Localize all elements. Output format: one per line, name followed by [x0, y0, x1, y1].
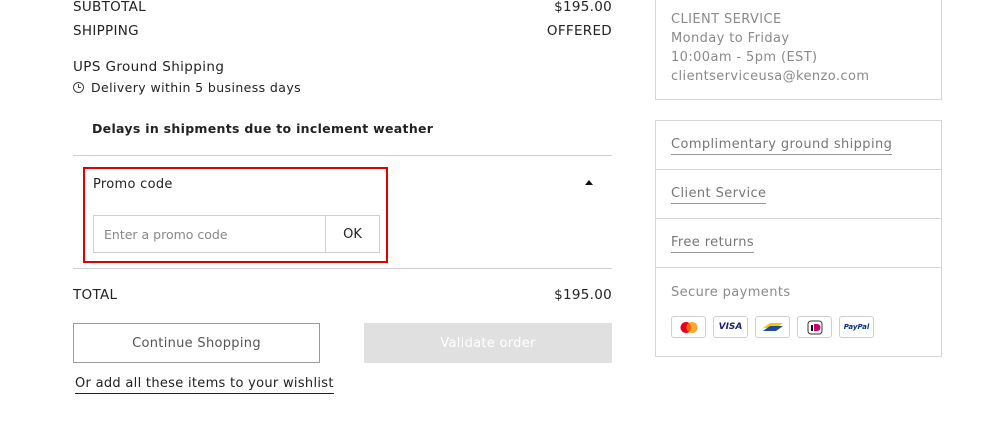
continue-shopping-button[interactable]: Continue Shopping: [73, 323, 320, 363]
divider: [73, 155, 612, 156]
client-service-days: Monday to Friday: [671, 31, 790, 46]
divider: [73, 268, 612, 269]
shipping-value: OFFERED: [546, 23, 612, 39]
total-label: TOTAL: [73, 287, 118, 303]
info-link-returns[interactable]: Free returns: [656, 219, 941, 268]
shipping-row: SHIPPING OFFERED: [73, 23, 612, 39]
clock-icon: [73, 82, 84, 93]
info-link-label[interactable]: Client Service: [671, 186, 767, 204]
promo-code-label: Promo code: [93, 177, 173, 192]
info-link-label[interactable]: Free returns: [671, 235, 755, 253]
collapse-caret-icon[interactable]: [585, 180, 593, 185]
client-service-email[interactable]: clientserviceusa@kenzo.com: [671, 69, 869, 84]
secure-payments-label: Secure payments: [671, 285, 791, 300]
shipping-method: UPS Ground Shipping: [73, 59, 225, 75]
promo-code-section: Promo code OK: [83, 167, 388, 263]
validate-order-button[interactable]: Validate order: [364, 323, 612, 363]
shipping-delay-notice: Delays in shipments due to inclement wea…: [92, 121, 434, 136]
client-service-box: CLIENT SERVICE Monday to Friday 10:00am …: [655, 0, 942, 100]
shipping-label: SHIPPING: [73, 23, 139, 39]
visa-icon: VISA: [713, 316, 748, 338]
info-link-label[interactable]: Complimentary ground shipping: [671, 137, 893, 155]
total-row: TOTAL $195.00: [73, 287, 612, 303]
delivery-info: Delivery within 5 business days: [73, 80, 301, 95]
info-links-box: Complimentary ground shipping Client Ser…: [655, 120, 942, 357]
promo-ok-button[interactable]: OK: [325, 215, 380, 253]
promo-code-input[interactable]: [93, 215, 325, 253]
client-service-title: CLIENT SERVICE: [671, 12, 782, 27]
info-link-shipping[interactable]: Complimentary ground shipping: [656, 121, 941, 170]
add-to-wishlist-link[interactable]: Or add all these items to your wishlist: [75, 376, 334, 394]
subtotal-row: SUBTOTAL $195.00: [73, 0, 612, 15]
order-summary: SUBTOTAL $195.00 SHIPPING OFFERED UPS Gr…: [73, 0, 612, 429]
paypal-icon: PayPal: [839, 316, 874, 338]
subtotal-value: $195.00: [554, 0, 612, 15]
mastercard-icon: [671, 316, 706, 338]
total-value: $195.00: [554, 287, 612, 303]
delivery-text: Delivery within 5 business days: [91, 80, 302, 95]
client-service-hours: 10:00am - 5pm (EST): [671, 50, 818, 65]
bancontact-icon: [755, 316, 790, 338]
ideal-icon: [797, 316, 832, 338]
payment-icons: VISA PayPal: [671, 316, 874, 338]
info-link-client-service[interactable]: Client Service: [656, 170, 941, 219]
subtotal-label: SUBTOTAL: [73, 0, 146, 15]
